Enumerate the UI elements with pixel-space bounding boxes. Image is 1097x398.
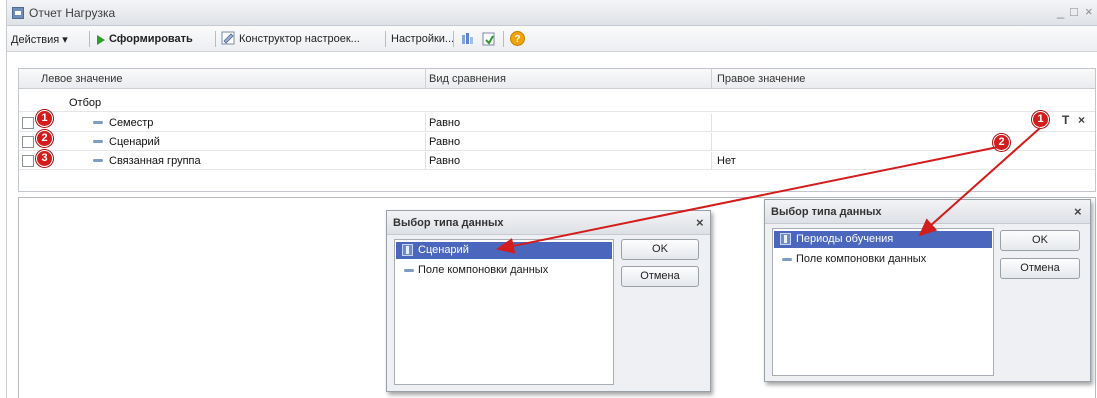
column-header-right-value[interactable]: Правое значение (717, 73, 805, 85)
table-row[interactable]: Связанная группа Равно Нет (19, 152, 1095, 170)
minimize-button[interactable]: _ (1057, 4, 1064, 19)
table-row[interactable]: Семестр Равно (19, 114, 1095, 132)
callout-badge-2: 2 (993, 134, 1010, 151)
row-left-value[interactable]: Связанная группа (109, 155, 201, 167)
list-item-label: Поле компоновки данных (418, 264, 549, 276)
toolbar-separator (215, 31, 216, 47)
column-divider (711, 152, 712, 170)
toolbar-separator (385, 31, 386, 47)
save-settings-icon[interactable] (460, 31, 476, 47)
cancel-button[interactable]: Отмена (621, 266, 699, 287)
toolbar-separator (89, 31, 90, 47)
row-right-value[interactable]: Нет (717, 155, 736, 167)
help-icon[interactable]: ? (510, 31, 525, 46)
dialog-title: Выбор типа данных (771, 206, 882, 218)
group-row[interactable]: Отбор (19, 94, 1095, 112)
table-header: Левое значение Вид сравнения Правое знач… (19, 69, 1095, 89)
constructor-button[interactable]: Конструктор настроек... (239, 33, 360, 45)
step-badge-1: 1 (36, 110, 53, 127)
window-title: Отчет Нагрузка (29, 6, 116, 20)
ok-button[interactable]: OK (1000, 230, 1080, 251)
type-list: Периоды обучения Поле компоновки данных (772, 228, 994, 376)
dialog-title-bar: Выбор типа данных × (765, 200, 1090, 224)
column-header-comparison[interactable]: Вид сравнения (429, 73, 506, 85)
list-item-label: Поле компоновки данных (796, 253, 927, 265)
app-window-icon (12, 7, 24, 19)
column-divider[interactable] (425, 69, 426, 89)
column-divider (425, 114, 426, 132)
settings-button[interactable]: Настройки... (391, 33, 454, 45)
row-checkbox[interactable] (22, 136, 34, 148)
column-header-left-value[interactable]: Левое значение (41, 73, 123, 85)
cancel-button[interactable]: Отмена (1000, 258, 1080, 279)
dialog-title-bar: Выбор типа данных × (387, 211, 710, 235)
row-checkbox[interactable] (22, 117, 34, 129)
row-left-value[interactable]: Сценарий (109, 136, 160, 148)
list-item[interactable]: Сценарий (396, 242, 612, 259)
column-divider (711, 133, 712, 151)
data-type-dialog: Выбор типа данных × Периоды обучения Пол… (764, 199, 1091, 382)
type-list: Сценарий Поле компоновки данных (394, 239, 614, 385)
row-checkbox[interactable] (22, 155, 34, 167)
table-row[interactable]: Сценарий Равно (19, 133, 1095, 151)
dash-icon (782, 258, 792, 261)
dash-icon (404, 269, 414, 272)
list-item[interactable]: Периоды обучения (774, 231, 992, 248)
grid-icon (402, 244, 413, 256)
select-type-button[interactable]: T (1062, 113, 1076, 129)
actions-menu[interactable]: Действия ▾ (11, 33, 68, 46)
close-window-button[interactable]: × (1085, 4, 1093, 19)
list-item[interactable]: Поле компоновки данных (774, 251, 992, 268)
group-label: Отбор (69, 97, 102, 109)
row-comparison[interactable]: Равно (429, 155, 460, 167)
dash-icon (93, 159, 103, 162)
callout-badge-1: 1 (1032, 111, 1049, 128)
toolbar-separator (453, 31, 454, 47)
close-icon[interactable]: × (1074, 204, 1082, 219)
column-divider[interactable] (711, 69, 712, 89)
row-comparison[interactable]: Равно (429, 117, 460, 129)
dash-icon (93, 121, 103, 124)
step-badge-2: 2 (36, 130, 53, 147)
row-left-value[interactable]: Семестр (109, 117, 153, 129)
filter-table: Левое значение Вид сравнения Правое знач… (18, 68, 1096, 192)
list-item[interactable]: Поле компоновки данных (396, 262, 612, 279)
data-type-dialog: Выбор типа данных × Сценарий Поле компон… (386, 210, 711, 392)
constructor-icon (221, 31, 237, 47)
list-item-label: Периоды обучения (796, 233, 894, 245)
column-divider (425, 133, 426, 151)
toolbar: Действия ▾ Сформировать Конструктор наст… (7, 26, 1097, 52)
clear-value-button[interactable]: × (1078, 113, 1092, 129)
column-divider (711, 114, 712, 132)
ok-button[interactable]: OK (621, 239, 699, 260)
dialog-title: Выбор типа данных (393, 217, 504, 229)
row-comparison[interactable]: Равно (429, 136, 460, 148)
step-badge-3: 3 (36, 150, 53, 167)
grid-icon (780, 233, 791, 245)
column-divider (425, 152, 426, 170)
maximize-button[interactable]: □ (1070, 4, 1078, 19)
play-icon (97, 35, 105, 45)
list-item-label: Сценарий (418, 244, 469, 256)
toolbar-separator (503, 31, 504, 47)
close-icon[interactable]: × (696, 215, 704, 230)
title-bar: Отчет Нагрузка _ □ × (7, 0, 1097, 26)
restore-settings-icon[interactable] (481, 31, 497, 47)
generate-button[interactable]: Сформировать (109, 33, 193, 45)
dash-icon (93, 140, 103, 143)
